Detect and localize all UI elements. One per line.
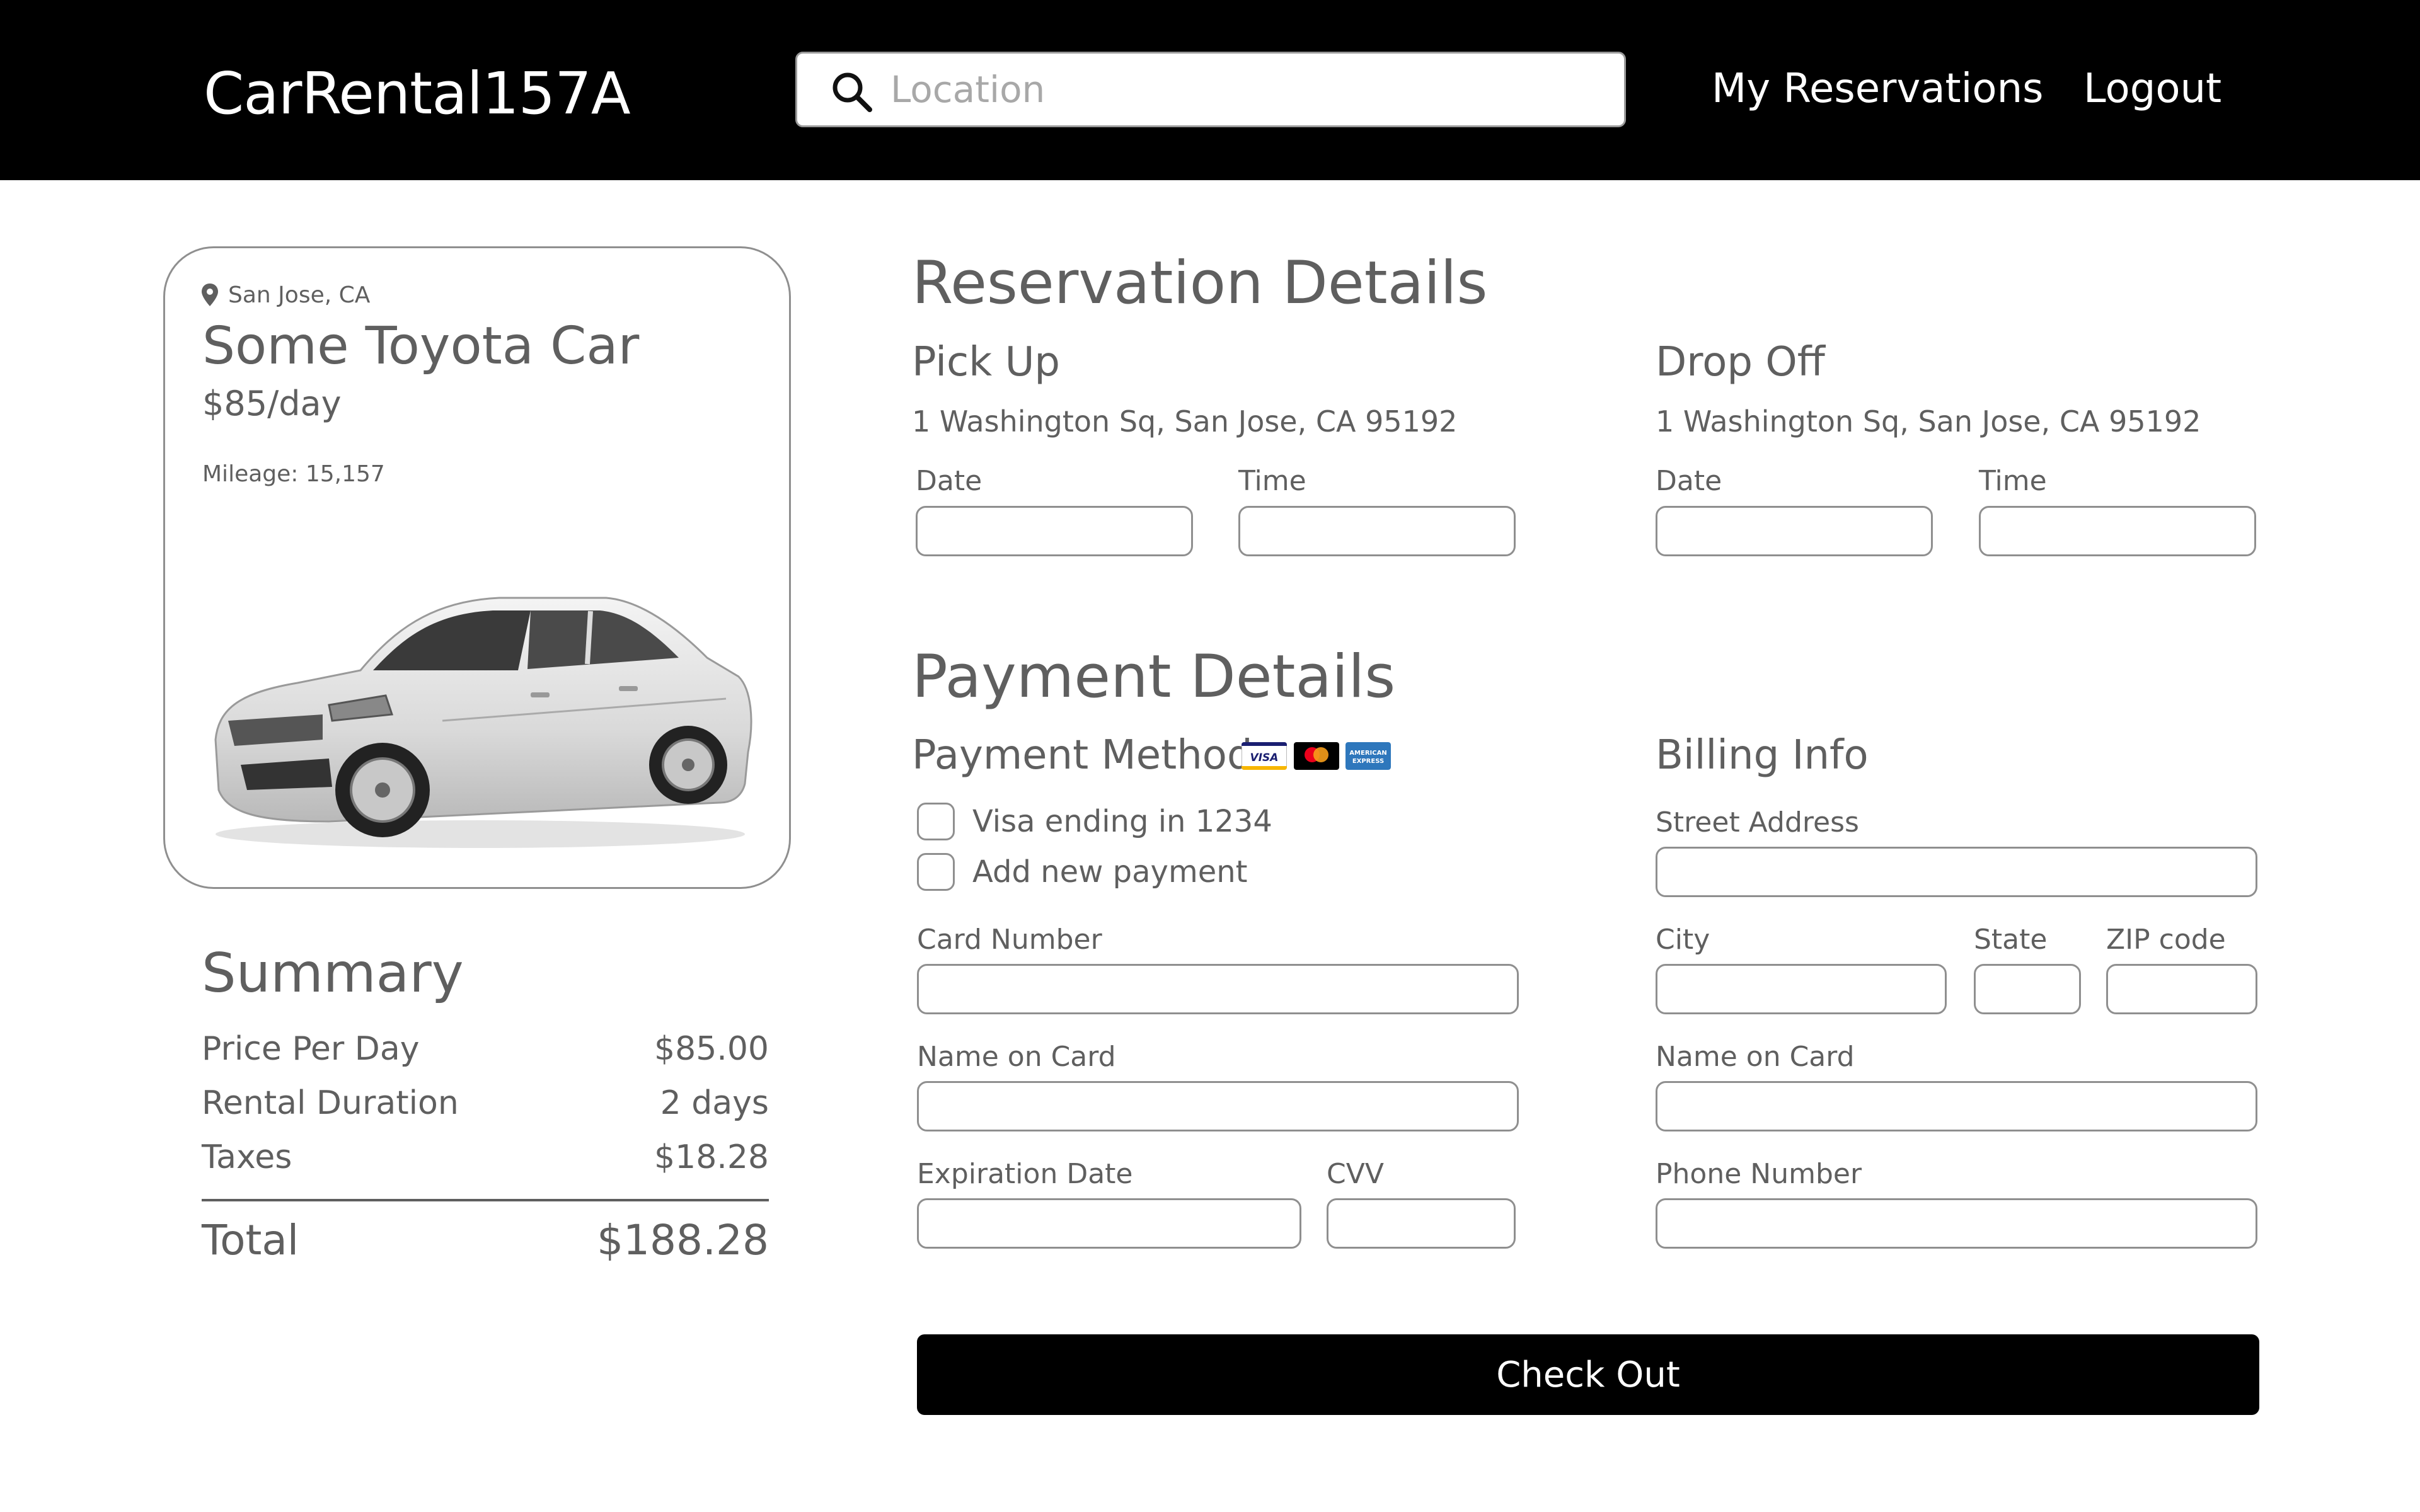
- top-nav-bar: CarRental157A My Reservations Logout: [0, 0, 2420, 180]
- state-label: State: [1974, 924, 2048, 956]
- summary-taxes-label: Taxes: [202, 1138, 292, 1176]
- amex-logo-text-2: EXPRESS: [1352, 758, 1384, 765]
- summary-price-per-day-label: Price Per Day: [202, 1030, 420, 1068]
- city-input[interactable]: [1656, 964, 1947, 1014]
- summary-heading: Summary: [202, 942, 464, 1005]
- billing-name-on-card-input[interactable]: [1656, 1081, 2257, 1131]
- payment-method-heading: Payment Method: [912, 732, 1253, 779]
- billing-info-heading: Billing Info: [1656, 732, 1869, 779]
- amex-logo-icon: AMERICAN EXPRESS: [1345, 742, 1391, 770]
- city-label: City: [1656, 924, 1710, 956]
- expiration-date-input[interactable]: [917, 1198, 1301, 1249]
- summary-price-per-day-value: $85.00: [654, 1030, 769, 1068]
- zip-code-label: ZIP code: [2106, 924, 2226, 956]
- visa-1234-checkbox[interactable]: [917, 803, 955, 840]
- pickup-heading: Pick Up: [912, 339, 1061, 386]
- payment-name-on-card-label: Name on Card: [917, 1041, 1116, 1073]
- expiration-date-label: Expiration Date: [917, 1158, 1133, 1190]
- summary-divider: [202, 1199, 769, 1201]
- dropoff-time-label: Time: [1979, 465, 2047, 497]
- pickup-date-input[interactable]: [916, 506, 1193, 556]
- zip-code-input[interactable]: [2106, 964, 2257, 1014]
- summary-total-value: $188.28: [597, 1216, 769, 1264]
- phone-number-label: Phone Number: [1656, 1158, 1862, 1190]
- summary-taxes-value: $18.28: [654, 1138, 769, 1176]
- dropoff-address: 1 Washington Sq, San Jose, CA 95192: [1656, 404, 2201, 438]
- summary-total-label: Total: [202, 1216, 299, 1264]
- cvv-label: CVV: [1327, 1158, 1384, 1190]
- summary-rental-duration-label: Rental Duration: [202, 1084, 459, 1122]
- payment-details-heading: Payment Details: [912, 643, 1396, 711]
- state-input[interactable]: [1974, 964, 2081, 1014]
- pickup-address: 1 Washington Sq, San Jose, CA 95192: [912, 404, 1458, 438]
- add-new-payment-checkbox[interactable]: [917, 853, 955, 891]
- car-name: Some Toyota Car: [202, 316, 640, 376]
- amex-logo-text-1: AMERICAN: [1349, 750, 1386, 757]
- car-mileage: Mileage: 15,157: [202, 461, 385, 487]
- pickup-time-label: Time: [1238, 465, 1306, 497]
- cvv-input[interactable]: [1327, 1198, 1516, 1249]
- visa-1234-option-label[interactable]: Visa ending in 1234: [972, 804, 1272, 839]
- street-address-label: Street Address: [1656, 806, 1859, 839]
- location-search-box[interactable]: [795, 52, 1626, 127]
- visa-logo-text: VISA: [1250, 752, 1279, 764]
- reservation-details-heading: Reservation Details: [912, 249, 1488, 318]
- mastercard-logo-icon: [1294, 742, 1339, 770]
- brand-logo[interactable]: CarRental157A: [204, 60, 631, 127]
- dropoff-date-input[interactable]: [1656, 506, 1933, 556]
- check-out-button[interactable]: Check Out: [917, 1334, 2259, 1415]
- car-location: San Jose, CA: [228, 282, 371, 308]
- dropoff-date-label: Date: [1656, 465, 1722, 497]
- nav-logout-link[interactable]: Logout: [2083, 66, 2221, 112]
- location-pin-icon: [202, 284, 218, 306]
- summary-rental-duration-value: 2 days: [660, 1084, 769, 1122]
- add-new-payment-option-label[interactable]: Add new payment: [972, 854, 1247, 890]
- location-search-input[interactable]: [890, 62, 1596, 117]
- dropoff-heading: Drop Off: [1656, 339, 1825, 386]
- nav-my-reservations-link[interactable]: My Reservations: [1712, 66, 2043, 112]
- payment-name-on-card-input[interactable]: [917, 1081, 1519, 1131]
- card-number-input[interactable]: [917, 964, 1519, 1014]
- pickup-time-input[interactable]: [1238, 506, 1516, 556]
- search-icon: [833, 72, 872, 112]
- car-card: San Jose, CA Some Toyota Car $85/day Mil…: [163, 246, 791, 889]
- billing-name-on-card-label: Name on Card: [1656, 1041, 1855, 1073]
- dropoff-time-input[interactable]: [1979, 506, 2256, 556]
- visa-logo-icon: VISA: [1242, 742, 1287, 770]
- pickup-date-label: Date: [916, 465, 982, 497]
- street-address-input[interactable]: [1656, 847, 2257, 897]
- car-image: [214, 597, 752, 848]
- phone-number-input[interactable]: [1656, 1198, 2257, 1249]
- car-daily-price: $85/day: [202, 384, 342, 423]
- card-number-label: Card Number: [917, 924, 1102, 956]
